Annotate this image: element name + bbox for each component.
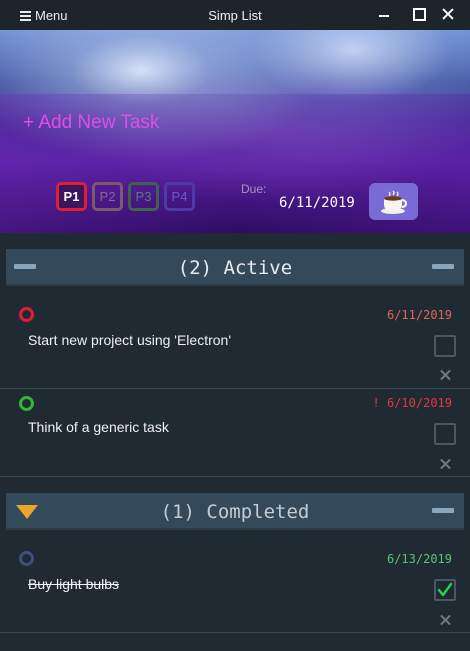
maximize-button[interactable] xyxy=(410,6,426,22)
priority-dot-icon xyxy=(19,396,34,411)
task-item: 6/11/2019 Start new project using 'Elect… xyxy=(0,299,470,389)
app-title: Simp List xyxy=(208,8,262,23)
active-section-header[interactable]: (2) Active xyxy=(6,249,464,286)
delete-task-icon[interactable] xyxy=(440,614,451,625)
task-due-date: ! 6/10/2019 xyxy=(372,396,452,410)
minimize-button[interactable] xyxy=(376,6,392,22)
task-item: ! 6/10/2019 Think of a generic task xyxy=(0,389,470,477)
add-new-task-button[interactable]: + Add New Task xyxy=(23,112,159,134)
task-text: Think of a generic task xyxy=(28,419,169,435)
coffee-button[interactable] xyxy=(369,183,418,220)
collapse-right-icon[interactable] xyxy=(432,508,454,513)
priority-p1-button[interactable]: P1 xyxy=(56,182,87,211)
task-due-date: 6/11/2019 xyxy=(386,308,452,322)
task-text: Buy light bulbs xyxy=(28,576,120,592)
priority-p2-button[interactable]: P2 xyxy=(92,182,123,211)
priority-p4-button[interactable]: P4 xyxy=(164,182,195,211)
task-due-date: 6/13/2019 xyxy=(386,552,452,566)
close-window-button[interactable] xyxy=(440,6,456,22)
coffee-cup-icon xyxy=(380,190,407,214)
task-checkbox[interactable] xyxy=(434,423,456,445)
collapse-right-icon[interactable] xyxy=(432,264,454,269)
priority-p3-button[interactable]: P3 xyxy=(128,182,159,211)
due-label: Due: xyxy=(241,182,267,196)
priority-dot-icon xyxy=(19,307,34,322)
due-date-value[interactable]: 6/11/2019 xyxy=(279,195,355,211)
task-text: Start new project using 'Electron' xyxy=(28,332,231,348)
task-item: 6/13/2019 Buy light bulbs xyxy=(0,543,470,633)
completed-section-title: (1) Completed xyxy=(160,501,310,523)
title-bar: Menu Simp List xyxy=(0,0,470,30)
delete-task-icon[interactable] xyxy=(440,458,451,469)
active-section-title: (2) Active xyxy=(177,257,293,279)
checkmark-icon xyxy=(437,582,453,597)
completed-section-header[interactable]: (1) Completed xyxy=(6,493,464,530)
delete-task-icon[interactable] xyxy=(440,369,451,380)
task-checkbox[interactable] xyxy=(434,335,456,357)
task-checkbox[interactable] xyxy=(434,579,456,601)
priority-dot-icon xyxy=(19,551,34,566)
